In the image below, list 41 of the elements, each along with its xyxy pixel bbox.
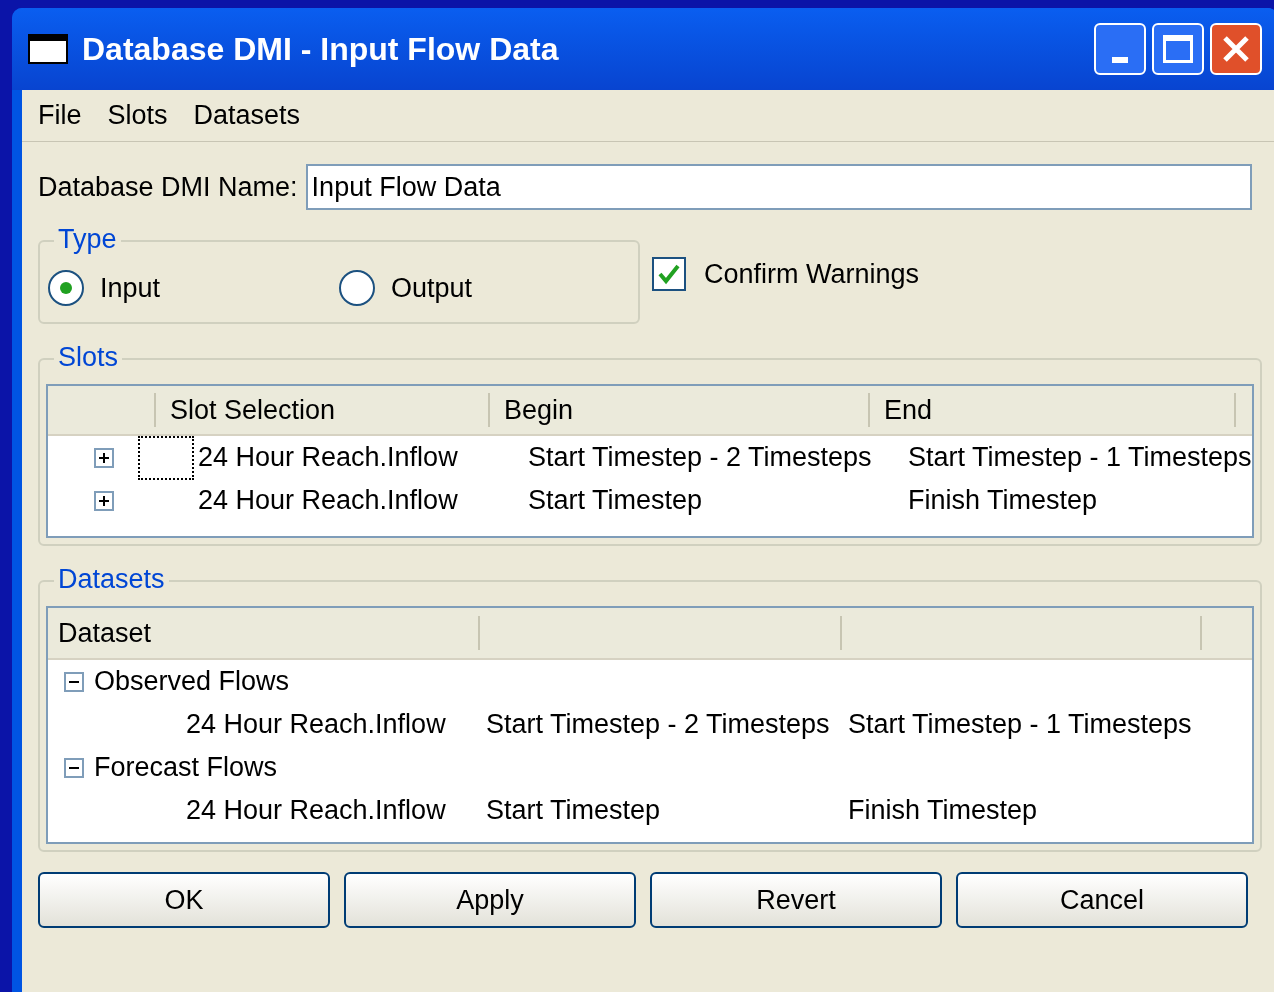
expand-icon[interactable] <box>94 447 114 468</box>
collapse-icon[interactable] <box>64 671 84 692</box>
collapse-icon[interactable] <box>64 757 84 778</box>
table-cell-text: Start Timestep - 2 Timesteps <box>486 708 831 742</box>
column-header[interactable]: Begin <box>490 393 870 427</box>
table-cell-text: Start Timestep <box>486 794 662 828</box>
dialog-button[interactable]: Revert <box>650 872 942 928</box>
dialog-button[interactable]: Cancel <box>956 872 1248 928</box>
tree-item[interactable]: Observed Flows <box>94 661 290 702</box>
table-cell-text: Start Timestep <box>528 484 704 518</box>
window-icon <box>28 34 68 64</box>
field-label: Database DMI Name: <box>38 170 298 204</box>
radio-label: Input <box>100 271 161 305</box>
table-cell-text: Start Timestep - 1 Timesteps <box>908 441 1252 475</box>
table-cell-text: 24 Hour Reach.Inflow <box>197 441 459 475</box>
maximize-button[interactable] <box>1151 23 1204 75</box>
menu-item[interactable]: Datasets <box>193 95 301 136</box>
dialog-button[interactable]: Apply <box>344 872 636 928</box>
tree-item[interactable]: 24 Hour Reach.Inflow <box>186 790 486 831</box>
expand-icon[interactable] <box>94 490 114 511</box>
radio-label: Output <box>391 271 473 305</box>
column-header[interactable]: End <box>870 393 1236 427</box>
checkbox[interactable] <box>652 257 686 292</box>
radio-button[interactable] <box>48 270 84 306</box>
table-cell-text: Start Timestep - 2 Timesteps <box>528 441 873 475</box>
close-button[interactable] <box>1209 23 1262 75</box>
menu-item[interactable]: Slots <box>107 95 168 136</box>
tree-item[interactable]: Forecast Flows <box>94 747 278 788</box>
table-cell-text: Start Timestep - 1 Timesteps <box>848 708 1192 742</box>
name-field[interactable]: Input Flow Data <box>305 164 1252 210</box>
table-cell-text: 24 Hour Reach.Inflow <box>197 484 459 518</box>
window-title: Database DMI - Input Flow Data <box>82 30 560 69</box>
table-cell-text: Finish Timestep <box>908 484 1098 518</box>
minimize-button[interactable] <box>1093 23 1146 75</box>
column-header[interactable]: Slot Selection <box>156 393 490 427</box>
radio-button[interactable] <box>339 270 375 306</box>
tree-item[interactable]: 24 Hour Reach.Inflow <box>186 704 486 745</box>
dialog-button[interactable]: OK <box>38 872 330 928</box>
table-cell-text: Finish Timestep <box>848 794 1038 828</box>
checkbox-label: Confirm Warnings <box>704 258 920 291</box>
menu-item[interactable]: File <box>38 95 82 136</box>
